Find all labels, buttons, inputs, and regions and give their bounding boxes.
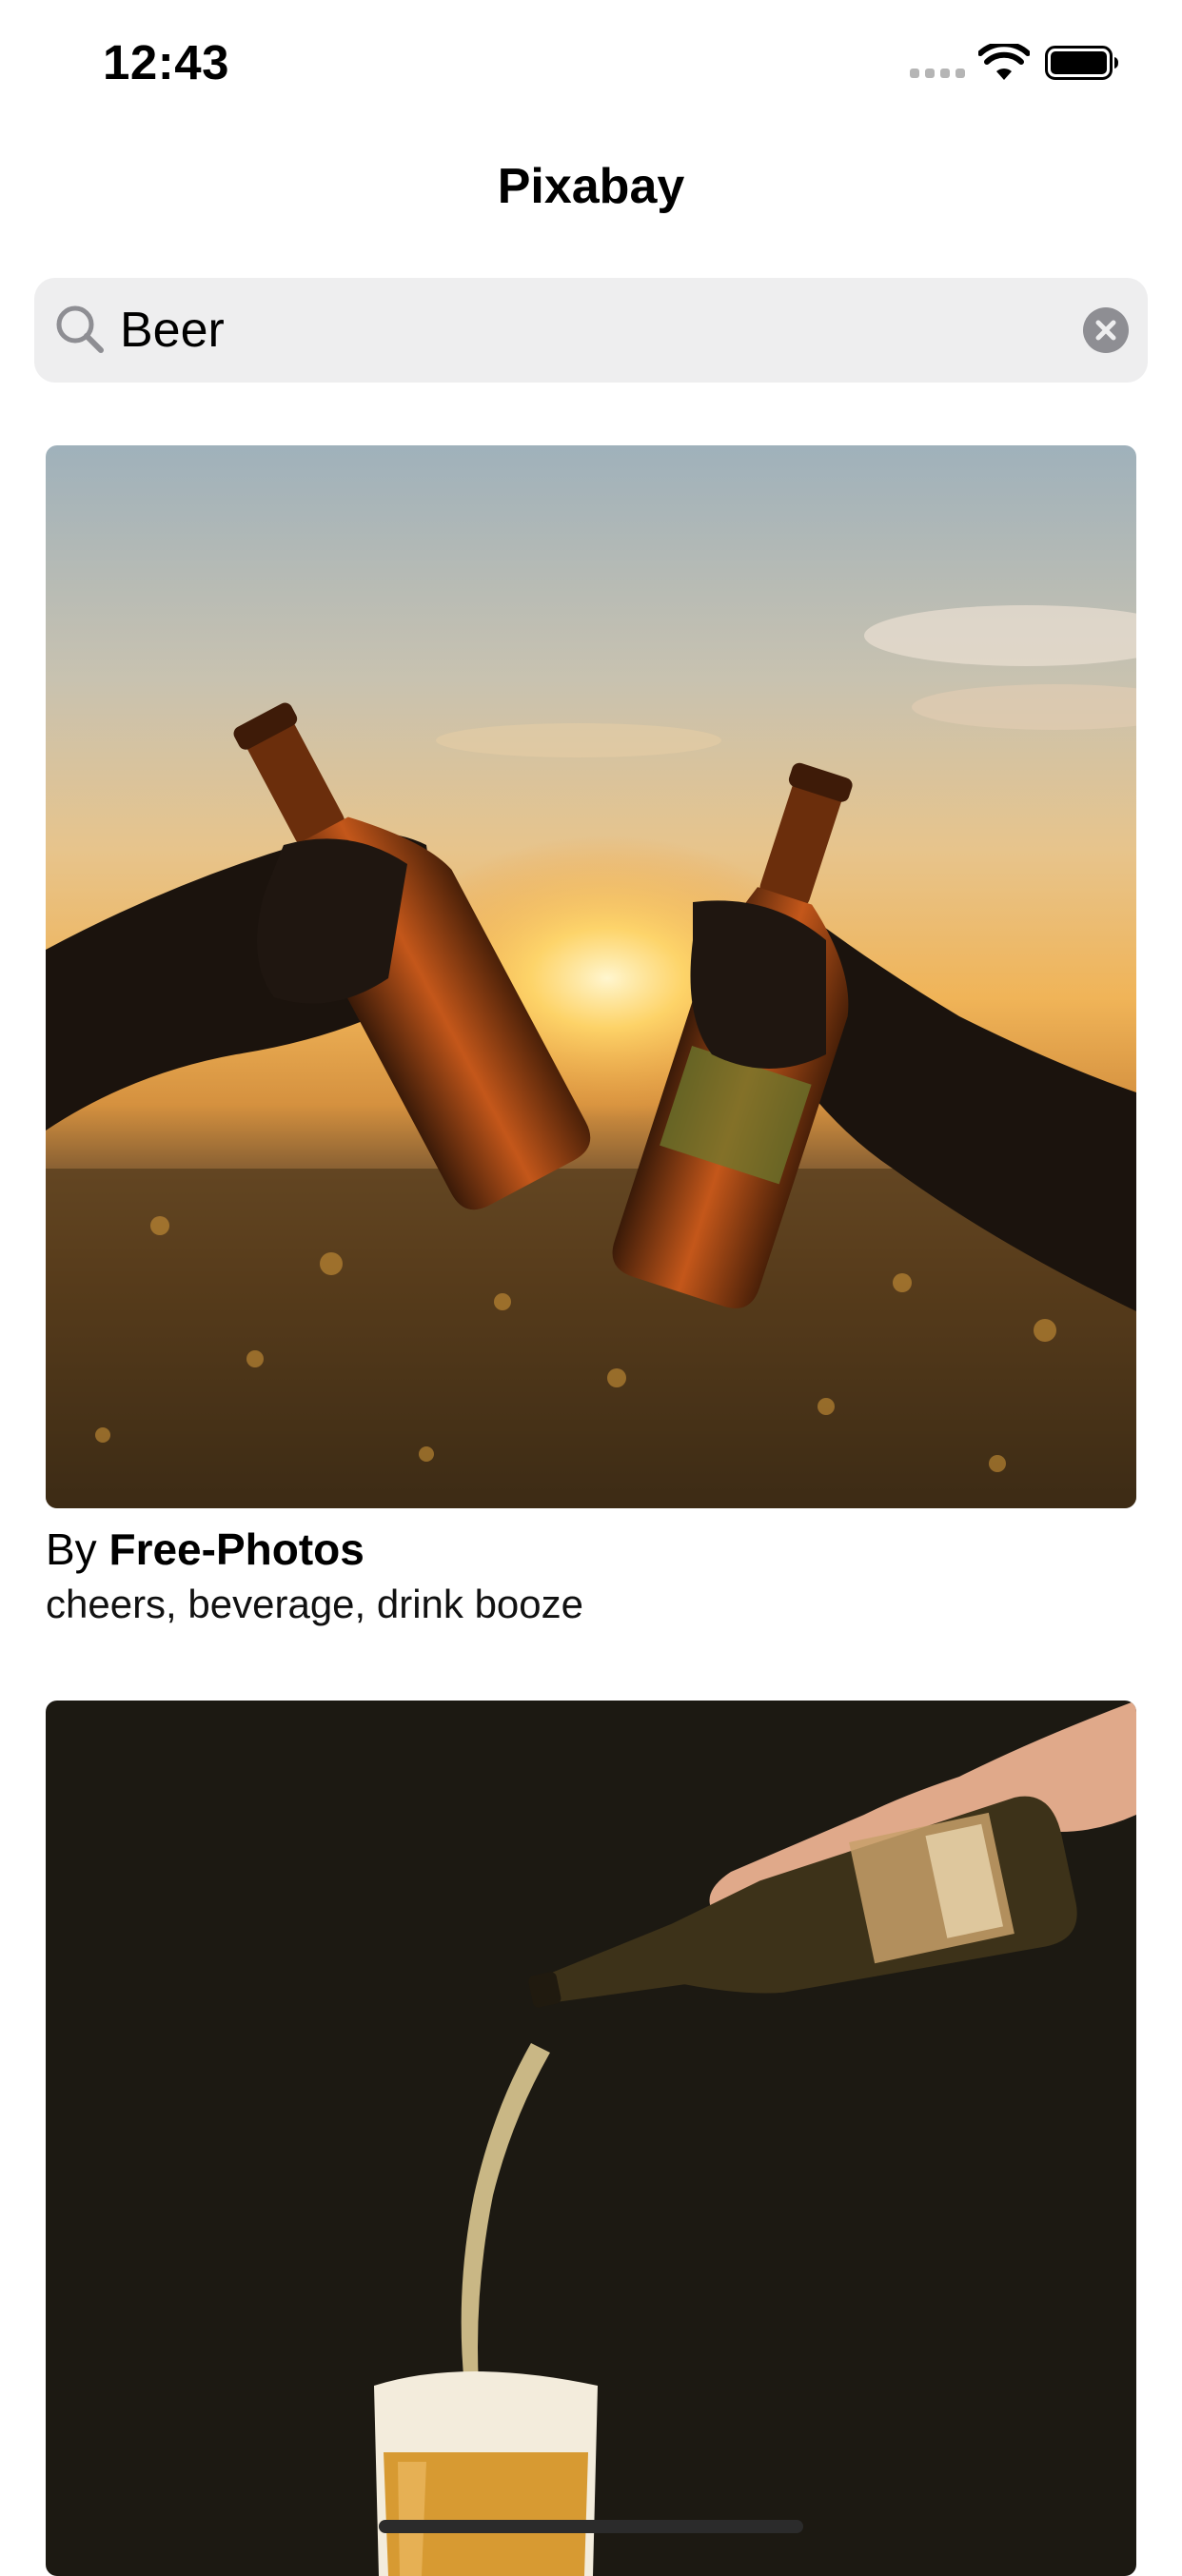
wifi-icon [978,44,1030,80]
search-icon [56,305,104,353]
photo-card[interactable] [46,1701,1136,2576]
photo-tags: cheers, beverage, drink booze [46,1582,584,1626]
status-bar: 12:43 [0,0,1182,126]
status-time: 12:43 [103,35,229,89]
byline-prefix: By [46,1524,97,1574]
clear-search-icon[interactable] [1083,307,1129,353]
search-bar[interactable] [34,278,1148,383]
beer-pouring-image [46,1701,1136,2576]
beer-bottles-sunset-image [46,445,1136,1508]
photo-image[interactable] [46,1701,1136,2576]
author-name[interactable]: Free-Photos [108,1524,364,1574]
photo-byline: By Free-Photos [46,1522,1136,1577]
cellular-signal-icon [910,69,965,78]
battery-icon [1045,46,1118,80]
home-indicator[interactable] [379,2520,803,2533]
page-title: Pixabay [497,159,685,214]
search-input[interactable] [120,278,1034,383]
photo-card[interactable]: By Free-Photos cheers, beverage, drink b… [46,445,1136,1632]
photo-image[interactable] [46,445,1136,1508]
